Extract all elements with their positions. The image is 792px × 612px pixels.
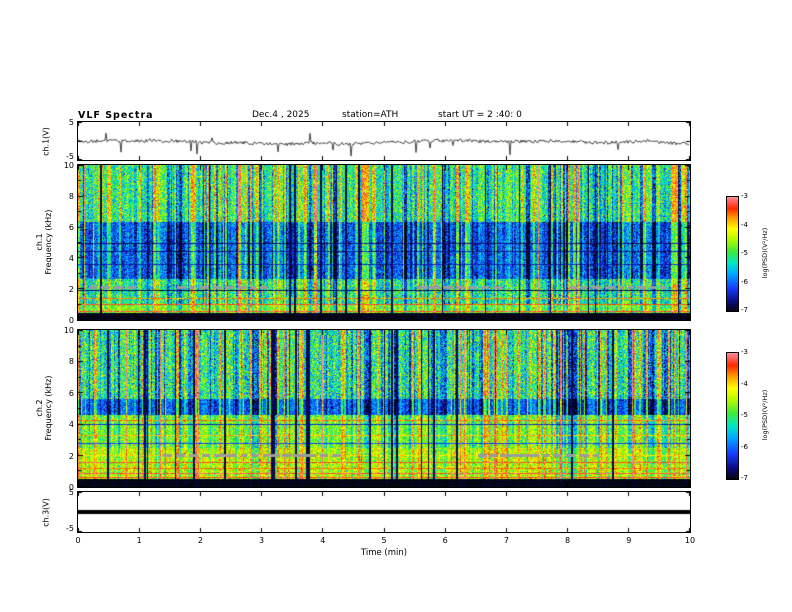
colorbar-1-label: log(PSD)(V²/Hz) — [761, 227, 769, 279]
x-axis-label: Time (min) — [360, 548, 408, 558]
colorbar-tick-label: -6 — [741, 442, 748, 451]
x-tick-label: 8 — [565, 536, 571, 545]
start-ut-label: start UT = 2 :40: 0 — [438, 110, 522, 120]
colorbar-1 — [726, 196, 739, 312]
x-tick-label: 6 — [442, 536, 448, 545]
x-tick-label: 1 — [136, 536, 142, 545]
colorbar-tick-label: -7 — [741, 474, 748, 482]
vlf-spectra-figure: VLF Spectra Dec.4 , 2025 station=ATH sta… — [0, 0, 792, 612]
x-tick-label: 4 — [320, 536, 326, 545]
x-tick-label: 7 — [503, 536, 509, 545]
ch2-spectrogram-canvas — [78, 330, 690, 487]
colorbar-2-gradient — [727, 353, 738, 479]
freq-tick-label: 8 — [68, 192, 74, 201]
date-label: Dec.4 , 2025 — [252, 110, 310, 120]
ch3-wave-axis-label: ch.3(V) — [41, 498, 51, 527]
colorbar-tick-label: -4 — [741, 220, 748, 229]
colorbar-tick-label: -5 — [741, 249, 748, 257]
x-tick-label: 0 — [75, 536, 81, 545]
freq-tick-label: 6 — [68, 223, 74, 232]
colorbar-tick-label: -5 — [741, 411, 748, 419]
x-tick-label: 3 — [259, 536, 265, 545]
ch3-waveform-canvas — [78, 492, 690, 532]
freq-tick-label: 2 — [68, 285, 74, 294]
ch1-waveform-panel — [77, 121, 691, 161]
freq-tick-label: 4 — [68, 420, 74, 430]
ch1-spec-axis-label-line1: ch.1 — [35, 233, 44, 251]
ch2-spectrogram-panel — [77, 329, 691, 488]
station-label: station=ATH — [342, 110, 399, 120]
colorbar-tick-label: -6 — [741, 277, 748, 286]
freq-tick-label: 6 — [68, 388, 74, 398]
freq-tick-label: 0 — [68, 316, 74, 325]
x-tick-label: 10 — [684, 536, 696, 545]
ch3-waveform-panel — [77, 491, 691, 533]
x-tick-label: 5 — [381, 536, 387, 545]
freq-tick-label: 10 — [63, 326, 74, 335]
freq-tick-label: 10 — [63, 161, 74, 170]
ch1-spectrogram-canvas — [78, 165, 690, 320]
ch1-waveform-canvas — [78, 122, 690, 160]
ch1-spectrogram-panel — [77, 164, 691, 321]
colorbar-tick-label: -7 — [741, 306, 748, 314]
x-tick-label: 2 — [197, 536, 203, 545]
colorbar-1-gradient — [727, 197, 738, 311]
x-tick-label: 9 — [626, 536, 632, 545]
freq-tick-label: 8 — [68, 357, 74, 367]
figure-title: VLF Spectra — [78, 110, 154, 121]
colorbar-tick-label: -3 — [741, 348, 748, 356]
freq-tick-label: 4 — [68, 254, 74, 263]
colorbar-2 — [726, 352, 739, 480]
colorbar-tick-label: -3 — [741, 192, 748, 200]
colorbar-tick-label: -4 — [741, 379, 748, 388]
colorbar-2-label: log(PSD)(V²/Hz) — [761, 389, 769, 441]
